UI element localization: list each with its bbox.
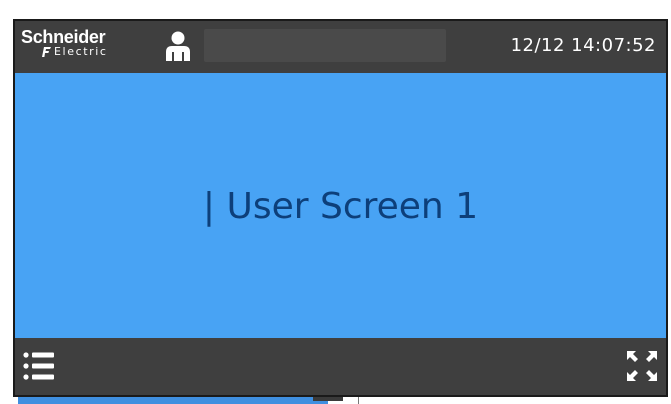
footer-bar xyxy=(15,338,666,395)
header-bar: Schneider Electric 12/12 14:07:52 xyxy=(15,21,666,73)
schneider-logo: Schneider Electric xyxy=(21,27,149,67)
life-is-on-icon xyxy=(42,47,51,57)
logo-sub: Electric xyxy=(54,45,108,58)
screen-title: | User Screen 1 xyxy=(202,186,479,227)
strip-divider xyxy=(358,397,359,404)
strip-blue xyxy=(18,397,328,404)
user-screen: | User Screen 1 xyxy=(15,73,666,338)
strip-dark xyxy=(313,397,343,401)
expand-arrows-icon[interactable] xyxy=(624,348,660,384)
hmi-panel: Schneider Electric 12/12 14:07:52 | User… xyxy=(13,19,668,397)
user-icon[interactable] xyxy=(165,30,191,62)
logo-brand: Schneider xyxy=(21,27,106,47)
datetime-display: 12/12 14:07:52 xyxy=(510,35,656,56)
list-menu-icon[interactable] xyxy=(22,348,58,384)
user-name-field[interactable] xyxy=(204,29,446,62)
under-frame-strip xyxy=(18,397,671,404)
